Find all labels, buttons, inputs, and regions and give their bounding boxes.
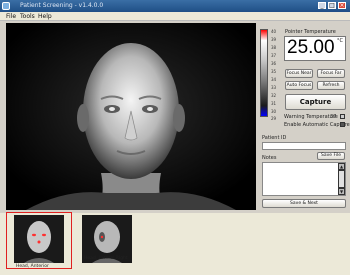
save-next-button[interactable]: Save & Next [262,199,346,208]
thermal-image-viewer[interactable] [6,23,256,210]
close-button[interactable]: × [338,2,346,9]
scale-tick-label: 39 [271,37,277,42]
menu-help[interactable]: Help [38,13,52,20]
notes-textarea[interactable] [262,162,346,196]
scale-tick-label: 36 [271,61,277,66]
pointer-temperature-value: 25.00 [287,37,335,58]
menu-bar: File Tools Help [0,12,350,21]
patient-id-label: Patient ID [262,135,287,141]
scroll-down-icon[interactable]: ▼ [339,189,344,194]
warning-temperature-value[interactable]: 37 [330,114,336,120]
scroll-up-icon[interactable]: ▲ [339,164,344,169]
focus-far-button[interactable]: Focus Far [317,69,345,78]
maximize-button[interactable]: □ [328,2,336,9]
refresh-button[interactable]: Refresh [317,81,345,90]
scale-tick-label: 34 [271,77,277,82]
scale-tick-label: 38 [271,45,277,50]
pointer-temperature-label: Pointer Temperature [285,29,336,35]
scale-tick-label: 37 [271,53,277,58]
menu-file[interactable]: File [6,13,16,20]
focus-near-button[interactable]: Focus Near [285,69,313,78]
scale-tick-label: 32 [271,93,277,98]
window-title: Patient Screening - v1.4.0.0 [20,2,104,9]
scale-tick-label: 35 [271,69,277,74]
pointer-temperature-display: 25.00 °C [284,36,346,61]
scale-tick-label: 31 [271,101,277,106]
auto-capture-checkbox[interactable] [340,122,345,127]
capture-button[interactable]: Capture [285,94,346,110]
thermal-face-image [6,23,256,210]
patient-id-input[interactable] [262,142,346,150]
save-file-button[interactable]: Save File [317,152,345,160]
thumbnail-label: Head, Lateral Right [84,256,128,261]
temperature-unit: °C [337,38,343,44]
scale-tick-label: 33 [271,85,277,90]
notes-label: Notes [262,155,277,161]
temperature-color-scale [260,29,268,117]
notes-scrollbar[interactable]: ▲ ▼ [338,163,345,195]
thermal-thumbnail-image [14,215,64,263]
scale-tick-label: 40 [271,29,277,34]
menu-tools[interactable]: Tools [20,13,35,20]
app-icon [2,2,10,10]
thumbnail-head-anterior[interactable] [14,215,64,263]
auto-focus-button[interactable]: Auto Focus [285,81,313,90]
minimize-button[interactable]: _ [318,2,326,9]
scale-tick-label: 30 [271,109,277,114]
thumbnail-label: Head, Anterior [16,264,49,269]
title-bar: Patient Screening - v1.4.0.0 _ □ × [0,0,350,12]
scroll-thumb[interactable] [339,171,344,187]
warning-temperature-spinner[interactable] [340,114,345,119]
scale-tick-label: 29 [271,116,277,121]
